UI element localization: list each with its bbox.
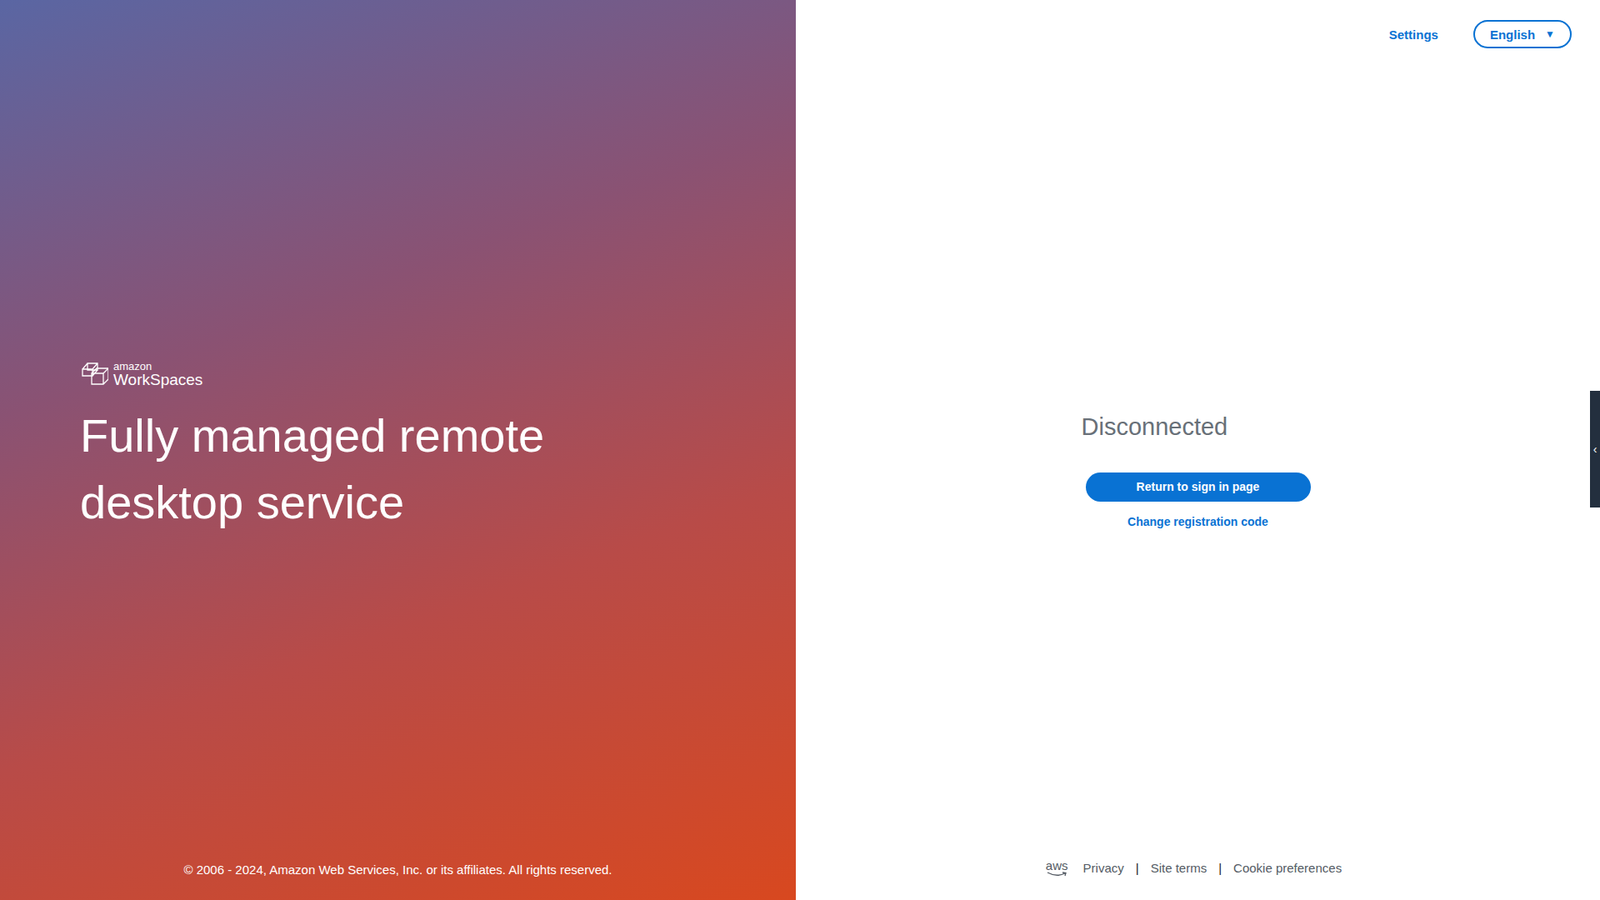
hero-heading: Fully managed remote desktop service xyxy=(80,402,664,536)
workspaces-cube-icon xyxy=(80,361,109,387)
footer: aws Privacy | Site terms | Cookie preferences xyxy=(795,859,1600,900)
footer-link[interactable]: Site terms xyxy=(1150,860,1208,875)
footer-link[interactable]: Privacy xyxy=(1083,860,1125,875)
footer-separator: | xyxy=(1218,860,1222,875)
footer-separator: | xyxy=(1135,860,1140,875)
sign-in-panel: Settings English ▼ Disconnected Return to si… xyxy=(795,0,1600,900)
copyright-text: © 2006 - 2024, Amazon Web Services, Inc.… xyxy=(183,862,612,900)
return-sign-in-button[interactable]: Return to sign in page xyxy=(1085,472,1311,502)
language-dropdown[interactable]: English ▼ xyxy=(1473,20,1572,49)
brand-logo: amazonWorkSpaces xyxy=(80,360,796,388)
workspaces-page: amazonWorkSpaces Fully managed remote des… xyxy=(0,0,1600,900)
status-title: Disconnected xyxy=(1081,413,1229,441)
settings-link[interactable]: Settings xyxy=(1389,27,1439,42)
footer-link[interactable]: Cookie preferences xyxy=(1233,860,1342,875)
caret-icon: ▼ xyxy=(1545,28,1555,40)
language-label: English xyxy=(1490,27,1535,42)
brand-name-text: WorkSpaces xyxy=(113,371,203,388)
hero-content: amazonWorkSpaces Fully managed remote des… xyxy=(80,360,796,536)
aws-logo: aws xyxy=(1045,859,1069,877)
hero-panel: amazonWorkSpaces Fully managed remote des… xyxy=(0,0,796,900)
side-panel-toggle[interactable]: ‹ xyxy=(1590,390,1600,508)
change-registration-link[interactable]: Change registration code xyxy=(1127,515,1269,529)
status-card: Disconnected Return to sign in page Change… xyxy=(1081,413,1315,529)
top-bar: Settings English ▼ xyxy=(795,0,1600,49)
chevron-left-icon: ‹ xyxy=(1593,443,1598,455)
status-area: Disconnected Return to sign in page Change… xyxy=(795,48,1600,860)
aws-smile-icon xyxy=(1046,871,1067,877)
brand-top-text: amazon xyxy=(113,360,203,372)
